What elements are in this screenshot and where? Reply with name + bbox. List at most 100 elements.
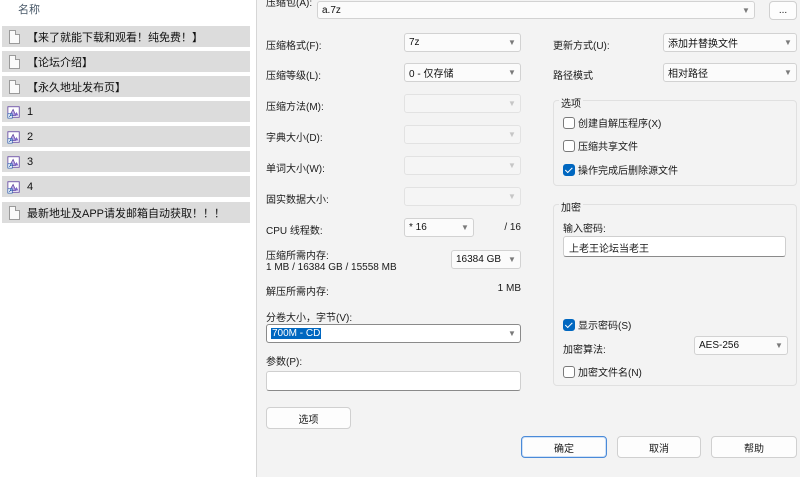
create-sfx-label: 创建自解压程序(X)	[578, 119, 662, 130]
encryption-method-value: AES-256	[699, 340, 740, 351]
encryption-method-combo[interactable]: AES-256 ▼	[694, 336, 788, 355]
solid-size-label: 固实数据大小:	[266, 195, 329, 206]
file-name: 最新地址及APP请发邮箱自动获取！！！	[27, 207, 226, 220]
file-name: 【来了就能下载和观看！纯免费！】	[27, 31, 203, 44]
name-column-header[interactable]: 名称	[18, 1, 40, 17]
file-list-item[interactable]: 【永久地址发布页】	[2, 76, 250, 97]
level-label: 压缩等级(L):	[266, 71, 321, 82]
level-value: 0 - 仅存储	[409, 69, 454, 80]
split-size-value: 700M - CD	[271, 328, 322, 339]
shortcut-icon	[7, 154, 21, 170]
options-group-title: 选项	[559, 95, 583, 110]
checkmark-icon	[563, 163, 575, 176]
word-size-combo[interactable]: ▼	[404, 156, 521, 175]
file-list-item[interactable]: 4	[2, 176, 250, 197]
archive-label: 压缩包(A):	[266, 0, 313, 9]
encryption-method-label: 加密算法:	[563, 345, 606, 356]
file-list-item[interactable]: 3	[2, 151, 250, 172]
show-password-label: 显示密码(S)	[578, 321, 632, 332]
cpu-threads-value: * 16	[409, 222, 427, 233]
dict-size-combo[interactable]: ▼	[404, 125, 521, 144]
format-value: 7z	[409, 37, 420, 48]
checkmark-icon	[563, 318, 575, 331]
split-size-combo[interactable]: 700M - CD ▼	[266, 324, 521, 343]
file-name: 2	[27, 130, 34, 143]
shortcut-icon	[7, 179, 21, 195]
ok-button[interactable]: 确定	[521, 436, 607, 458]
password-label: 输入密码:	[563, 224, 606, 235]
split-size-label: 分卷大小，字节(V):	[266, 313, 353, 324]
path-mode-label: 路径模式	[553, 71, 593, 82]
encrypt-names-label: 加密文件名(N)	[578, 368, 642, 379]
show-password-checkbox[interactable]: 显示密码(S)	[563, 317, 631, 332]
document-icon	[7, 79, 21, 95]
chevron-down-icon: ▼	[784, 68, 792, 77]
shortcut-icon	[7, 129, 21, 145]
method-combo[interactable]: ▼	[404, 94, 521, 113]
checkbox-icon	[563, 116, 575, 129]
word-size-label: 单词大小(W):	[266, 164, 325, 175]
delete-after-checkbox[interactable]: 操作完成后删除源文件	[563, 162, 678, 177]
chevron-down-icon: ▼	[508, 99, 516, 108]
format-label: 压缩格式(F):	[266, 41, 322, 52]
chevron-down-icon: ▼	[508, 161, 516, 170]
file-name: 1	[27, 105, 34, 118]
encryption-group-title: 加密	[559, 199, 583, 214]
compress-shared-label: 压缩共享文件	[578, 142, 638, 153]
parameters-input[interactable]	[266, 371, 521, 391]
chevron-down-icon: ▼	[508, 255, 516, 264]
create-sfx-checkbox[interactable]: 创建自解压程序(X)	[563, 115, 661, 130]
shortcut-icon	[7, 104, 21, 120]
file-name: 4	[27, 180, 34, 193]
checkbox-icon	[563, 139, 575, 152]
browse-button[interactable]: ...	[769, 1, 797, 20]
checkbox-icon	[563, 365, 575, 378]
chevron-down-icon: ▼	[508, 192, 516, 201]
chevron-down-icon: ▼	[508, 38, 516, 47]
cancel-button[interactable]: 取消	[617, 436, 701, 458]
cpu-threads-combo[interactable]: * 16 ▼	[404, 218, 474, 237]
add-to-archive-dialog: 压缩包(A): a.7z ▼ ... 压缩格式(F): 7z ▼ 压缩等级(L)…	[256, 0, 800, 477]
options-button[interactable]: 选项	[266, 407, 351, 429]
level-combo[interactable]: 0 - 仅存储 ▼	[404, 63, 521, 82]
chevron-down-icon: ▼	[508, 130, 516, 139]
chevron-down-icon: ▼	[508, 329, 516, 338]
compress-memory-detail: 1 MB / 16384 GB / 15558 MB	[266, 262, 397, 273]
compress-shared-checkbox[interactable]: 压缩共享文件	[563, 138, 638, 153]
dict-size-label: 字典大小(D):	[266, 133, 323, 144]
solid-size-combo[interactable]: ▼	[404, 187, 521, 206]
delete-after-label: 操作完成后删除源文件	[578, 166, 678, 177]
chevron-down-icon: ▼	[784, 38, 792, 47]
format-combo[interactable]: 7z ▼	[404, 33, 521, 52]
chevron-down-icon: ▼	[508, 68, 516, 77]
decompress-memory-label: 解压所需内存:	[266, 287, 329, 298]
file-name: 【论坛介绍】	[27, 56, 93, 69]
decompress-memory-value: 1 MB	[497, 283, 521, 294]
document-icon	[7, 29, 21, 45]
password-input[interactable]: 上老王论坛当老王	[563, 236, 786, 257]
file-list-item[interactable]: 【来了就能下载和观看！纯免费！】	[2, 26, 250, 47]
chevron-down-icon: ▼	[742, 5, 750, 15]
file-list-item[interactable]: 1	[2, 101, 250, 122]
path-mode-value: 相对路径	[668, 69, 708, 80]
method-label: 压缩方法(M):	[266, 102, 324, 113]
path-mode-combo[interactable]: 相对路径 ▼	[663, 63, 797, 82]
cpu-threads-label: CPU 线程数:	[266, 226, 323, 237]
compress-memory-label: 压缩所需内存:	[266, 251, 329, 262]
file-name: 【永久地址发布页】	[27, 81, 126, 94]
update-mode-value: 添加并替换文件	[668, 39, 738, 50]
compress-memory-combo[interactable]: 16384 GB ▼	[451, 250, 521, 269]
compress-memory-value: 16384 GB	[456, 254, 502, 265]
update-mode-combo[interactable]: 添加并替换文件 ▼	[663, 33, 797, 52]
help-button[interactable]: 帮助	[711, 436, 797, 458]
file-list-item[interactable]: 2	[2, 126, 250, 147]
encrypt-names-checkbox[interactable]: 加密文件名(N)	[563, 364, 642, 379]
file-list-item[interactable]: 最新地址及APP请发邮箱自动获取！！！	[2, 202, 250, 223]
update-mode-label: 更新方式(U):	[553, 41, 610, 52]
archive-path-value: a.7z	[322, 4, 341, 16]
archive-path-combo[interactable]: a.7z ▼	[317, 1, 755, 19]
file-list-item[interactable]: 【论坛介绍】	[2, 51, 250, 72]
chevron-down-icon: ▼	[461, 223, 469, 232]
parameters-label: 参数(P):	[266, 357, 303, 368]
document-icon	[7, 205, 21, 221]
